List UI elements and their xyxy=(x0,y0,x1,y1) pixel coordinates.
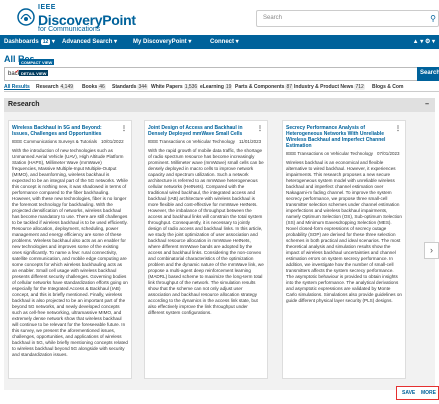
nav-dashboards-label: Dashboards xyxy=(4,39,39,45)
compact-view-option[interactable]: COMPACT VIEW xyxy=(19,59,55,65)
card-menu-icon[interactable]: ⋮ xyxy=(257,125,263,132)
tab-research[interactable]: Research 4,149 xyxy=(36,84,75,90)
ieee-logo[interactable]: IEEE DiscoveryPoint for Communications xyxy=(13,4,153,33)
tab-parts-components[interactable]: Parts & Components 87 xyxy=(235,84,294,90)
tab-count: 46 xyxy=(98,84,106,90)
research-section-header[interactable]: Research – xyxy=(4,98,435,112)
nav-my-discoverypoint[interactable]: My DiscoveryPoint ▾ xyxy=(133,38,191,45)
view-menu-dropdown: COMPACT VIEW ✔ DETAIL VIEW xyxy=(15,57,55,81)
tab-blogs[interactable]: Blogs & Com xyxy=(372,84,403,90)
card-actions: SAVE MORE xyxy=(396,386,439,400)
tab-all-results[interactable]: All Results xyxy=(4,84,30,90)
tab-count: 4,149 xyxy=(59,84,75,90)
tab-elearning[interactable]: eLearning 19 xyxy=(200,84,233,90)
card-abstract: Wireless backhaul is an economical and f… xyxy=(286,160,402,303)
tab-label: Standards xyxy=(112,84,137,90)
tab-label: White Papers xyxy=(151,84,183,90)
result-card[interactable]: Secrecy Performance Analysis of Heteroge… xyxy=(282,120,406,379)
top-search-placeholder: Search xyxy=(263,15,283,21)
tab-industry-news[interactable]: Industry & Product News 712 xyxy=(294,84,365,90)
card-date: 07/01/2023 xyxy=(376,151,400,156)
tab-white-papers[interactable]: White Papers 1,536 xyxy=(151,84,199,90)
top-search-input[interactable]: Search ⚲ xyxy=(256,10,439,27)
nav-connect-label: Connect xyxy=(210,39,234,45)
result-card[interactable]: Wireless Backhaul in 5G and Beyond: Issu… xyxy=(8,120,132,379)
logo-mark-icon xyxy=(17,8,35,26)
nav-connect[interactable]: Connect ▾ xyxy=(210,38,239,45)
result-card[interactable]: Joint Design of Access and Backhaul in D… xyxy=(144,120,268,379)
card-source: IEEE Communications Surveys & Tutorials xyxy=(12,139,98,144)
tab-label: Books xyxy=(82,84,98,90)
nav-user-settings[interactable]: ▲ ▾ ⚙ ▾ xyxy=(413,38,435,45)
collapse-icon[interactable]: – xyxy=(425,101,429,108)
logo-ieee-text: IEEE xyxy=(38,4,56,11)
card-title[interactable]: Wireless Backhaul in 5G and Beyond: Issu… xyxy=(12,125,120,137)
nav-my-discoverypoint-label: My DiscoveryPoint xyxy=(133,39,187,45)
card-title[interactable]: Secrecy Performance Analysis of Heteroge… xyxy=(286,125,394,149)
card-title[interactable]: Joint Design of Access and Backhaul in D… xyxy=(148,125,256,137)
card-meta: IEEE Transactions on Vehicular Technolog… xyxy=(148,139,264,145)
tab-label: Blogs & Com xyxy=(372,84,404,90)
card-meta: IEEE Communications Surveys & Tutorials 1… xyxy=(12,139,128,145)
search-button[interactable]: Search xyxy=(417,67,439,81)
tab-label: Parts & Components xyxy=(235,84,285,90)
card-menu-icon[interactable]: ⋮ xyxy=(121,125,127,132)
results-search-input[interactable]: backh xyxy=(4,67,439,81)
tab-count: 712 xyxy=(354,84,365,90)
tab-count: 19 xyxy=(224,84,233,90)
content-type-tabs: All Results Research 4,149 Books 46 Standa… xyxy=(4,83,439,92)
nav-advanced-search[interactable]: Advanced Search ▾ xyxy=(62,38,117,45)
logo-subtitle: for Communications xyxy=(38,26,101,33)
research-section: Research – Wireless Backhaul in 5G and B… xyxy=(4,98,435,390)
card-date: 11/01/2023 xyxy=(238,139,262,144)
main-nav: Dashboards 12 ▾ Advanced Search ▾ My Disc… xyxy=(0,35,439,49)
search-icon[interactable]: ⚲ xyxy=(430,14,436,23)
carousel-next-icon[interactable]: › xyxy=(424,242,439,259)
tab-label: Research xyxy=(36,84,59,90)
tab-label: Industry & Product News xyxy=(294,84,354,90)
dashboards-count-badge: 12 xyxy=(40,39,51,45)
card-source: IEEE Transactions on Vehicular Technolog… xyxy=(286,151,373,156)
card-meta: IEEE Transactions on Vehicular Technolog… xyxy=(286,151,402,157)
tab-count: 87 xyxy=(285,84,294,90)
card-menu-icon[interactable]: ⋮ xyxy=(395,125,401,132)
detail-view-option[interactable]: DETAIL VIEW xyxy=(19,70,49,76)
tab-standards[interactable]: Standards 344 xyxy=(112,84,148,90)
tab-count: 344 xyxy=(137,84,148,90)
card-abstract: With the rapid growth of mobile data tra… xyxy=(148,148,264,315)
tab-count: 1,536 xyxy=(183,84,199,90)
more-button[interactable]: MORE xyxy=(421,390,436,396)
tab-label: eLearning xyxy=(200,84,224,90)
nav-dashboards[interactable]: Dashboards 12 ▾ xyxy=(4,38,55,45)
card-date: 10/01/2022 xyxy=(101,139,124,144)
tab-label: All Results xyxy=(4,84,30,90)
top-bar: IEEE DiscoveryPoint for Communications S… xyxy=(0,0,439,35)
section-title: Research xyxy=(8,101,40,108)
save-button[interactable]: SAVE xyxy=(402,390,415,396)
tab-books[interactable]: Books 46 xyxy=(82,84,106,90)
nav-advanced-search-label: Advanced Search xyxy=(62,39,113,45)
card-abstract: With the introduction of new technologie… xyxy=(12,148,128,357)
card-source: IEEE Transactions on Vehicular Technolog… xyxy=(148,139,235,144)
